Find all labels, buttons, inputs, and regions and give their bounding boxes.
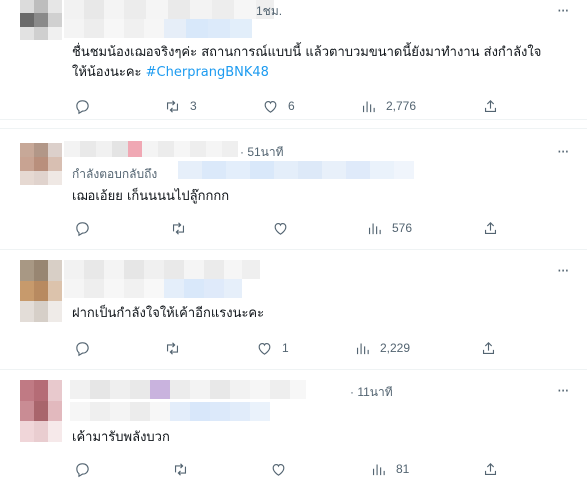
retweet-count: 3 <box>190 99 197 113</box>
more-icon[interactable]: ··· <box>557 143 575 161</box>
views-icon <box>368 223 381 234</box>
heart-icon <box>258 342 271 355</box>
tweet-text-line2-plain: ให้น้องนะคะ <box>72 65 146 80</box>
tweet-text-line1: ชื่นชมน้องเฌอจริงๆค่ะ สถานการณ์แบบนี้ แล… <box>72 45 542 60</box>
views-icon <box>356 343 369 354</box>
tweet-1[interactable]: 1ชม. ··· ชื่นชมน้องเฌอจริงๆค่ะ สถานการณ์… <box>0 0 587 120</box>
views-button[interactable]: 2,229 <box>354 339 410 357</box>
like-button[interactable] <box>272 219 298 237</box>
like-button[interactable]: 6 <box>262 97 295 115</box>
retweet-button[interactable] <box>172 460 198 478</box>
retweet-icon <box>172 221 185 235</box>
reply-button[interactable] <box>74 460 100 478</box>
more-icon[interactable]: ··· <box>557 382 575 400</box>
views-icon <box>372 464 385 475</box>
more-icon[interactable]: ··· <box>557 2 575 20</box>
blurred-mention <box>178 161 414 179</box>
tweet-text: เค้ามารับพลังบวก <box>72 430 170 445</box>
reply-icon <box>76 341 89 356</box>
tweet-time[interactable]: · 51นาที <box>240 143 284 162</box>
share-icon <box>482 341 495 354</box>
share-icon <box>484 462 497 475</box>
blurred-handle <box>64 19 252 38</box>
reply-button[interactable] <box>74 219 100 237</box>
retweet-button[interactable] <box>164 339 190 357</box>
retweet-button[interactable]: 3 <box>164 97 197 115</box>
tweet-text: ฝากเป็นกำลังใจให้เค้าอีกแรงนะคะ <box>72 306 265 321</box>
blurred-username <box>64 260 260 279</box>
reply-icon <box>76 462 89 477</box>
action-bar: 3 6 2,776 <box>70 97 510 115</box>
tweet-time[interactable]: 1ชม. <box>256 2 282 21</box>
share-button[interactable] <box>482 97 499 115</box>
like-button[interactable] <box>270 460 296 478</box>
reply-icon <box>76 99 89 114</box>
retweet-icon <box>166 341 179 355</box>
retweet-icon <box>174 462 187 476</box>
reply-button[interactable] <box>74 97 100 115</box>
tweet-text: ชื่นชมน้องเฌอจริงๆค่ะ สถานการณ์แบบนี้ แล… <box>72 43 541 83</box>
heart-icon <box>274 222 287 235</box>
blurred-username <box>64 0 274 19</box>
views-count: 576 <box>392 221 413 235</box>
action-bar: 81 <box>70 460 510 478</box>
views-count: 2,776 <box>386 99 417 113</box>
share-icon <box>484 221 497 234</box>
tweet-2[interactable]: · 51นาที ··· กำลังตอบกลับถึง เฌอเอ้ยย เก… <box>0 128 587 250</box>
hashtag-link[interactable]: #CherprangBNK48 <box>146 65 269 80</box>
blurred-username <box>70 380 306 399</box>
blurred-handle <box>64 279 242 298</box>
share-button[interactable] <box>482 219 499 237</box>
tweet-time[interactable]: · 11นาที <box>350 383 393 402</box>
like-count: 6 <box>288 99 295 113</box>
views-button[interactable]: 81 <box>370 460 409 478</box>
views-button[interactable]: 2,776 <box>360 97 416 115</box>
retweet-icon <box>166 99 179 113</box>
share-button[interactable] <box>480 339 497 357</box>
avatar[interactable] <box>20 380 62 442</box>
avatar[interactable] <box>20 260 62 322</box>
avatar[interactable] <box>20 0 62 40</box>
tweet-text-line2: ให้น้องนะคะ #CherprangBNK48 <box>72 63 541 83</box>
tweet-3[interactable]: ··· ฝากเป็นกำลังใจให้เค้าอีกแรงนะคะ 1 2,… <box>0 252 587 370</box>
views-count: 81 <box>396 462 410 476</box>
retweet-button[interactable] <box>170 219 196 237</box>
tweet-text: เฌอเอ้ยย เก็นนนนไปลู๊กกกก <box>72 189 230 204</box>
like-count: 1 <box>282 341 289 355</box>
action-bar: 576 <box>70 219 510 237</box>
action-bar: 1 2,229 <box>70 339 510 357</box>
blurred-handle <box>70 402 270 421</box>
views-icon <box>362 101 375 112</box>
reply-icon <box>76 221 89 236</box>
heart-icon <box>264 100 277 113</box>
replying-to-label: กำลังตอบกลับถึง <box>72 167 158 181</box>
share-button[interactable] <box>482 460 499 478</box>
more-icon[interactable]: ··· <box>557 262 575 280</box>
heart-icon <box>272 463 285 476</box>
views-count: 2,229 <box>380 341 411 355</box>
share-icon <box>484 99 497 112</box>
like-button[interactable]: 1 <box>256 339 289 357</box>
avatar[interactable] <box>20 143 62 185</box>
tweet-4[interactable]: · 11นาที ··· เค้ามารับพลังบวก 81 <box>0 372 587 487</box>
blurred-username <box>64 141 238 157</box>
reply-button[interactable] <box>74 339 100 357</box>
views-button[interactable]: 576 <box>366 219 412 237</box>
